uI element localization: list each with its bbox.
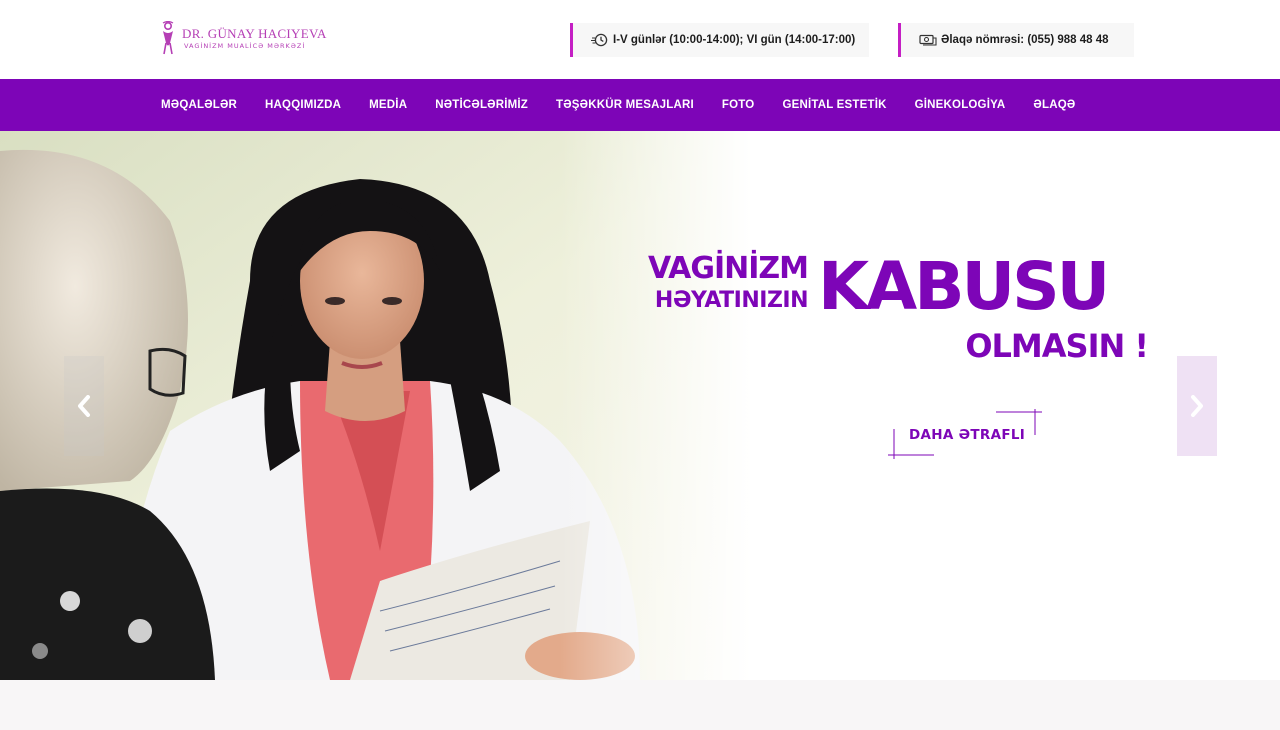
nav-item-tesekkur-mesajlari[interactable]: TƏŞƏKKÜR MESAJLARI	[556, 99, 694, 111]
nav-item-foto[interactable]: FOTO	[722, 99, 755, 111]
read-more-label: DAHA ƏTRAFLI	[909, 427, 1026, 443]
top-header: DR. GÜNAY HACIYEVA VAGİNİZM MUALİCƏ MƏRK…	[0, 0, 1280, 79]
nav-item-haqqimizda[interactable]: HAQQIMIZDA	[265, 99, 341, 111]
slider-next-button[interactable]	[1177, 356, 1217, 456]
logo-subtitle: VAGİNİZM MUALİCƏ MƏRKƏZİ	[184, 41, 306, 50]
main-navigation: MƏQALƏLƏR HAQQIMIZDA MEDİA NƏTİCƏLƏRİMİZ…	[0, 79, 1280, 131]
logo-name: DR. GÜNAY HACIYEVA	[182, 25, 327, 41]
hero-photo-fade	[560, 131, 800, 680]
slider-prev-button[interactable]	[64, 356, 104, 456]
nav-item-neticelerimiz[interactable]: NƏTİCƏLƏRİMİZ	[435, 99, 528, 111]
nav-item-genital-estetik[interactable]: GENİTAL ESTETİK	[782, 99, 886, 111]
nav-item-elaqe[interactable]: ƏLAQƏ	[1033, 99, 1075, 111]
phone-text[interactable]: Əlaqə nömrəsi: (055) 988 48 48	[941, 34, 1109, 46]
hero-slider: VAGİNİZM HƏYATINIZIN KABUSU OLMASIN ! DA…	[0, 131, 1280, 680]
nav-list: MƏQALƏLƏR HAQQIMIZDA MEDİA NƏTİCƏLƏRİMİZ…	[161, 79, 1103, 131]
nav-item-ginekologiya[interactable]: GİNEKOLOGİYA	[915, 99, 1006, 111]
hero-heading-olmasin: OLMASIN !	[965, 327, 1149, 365]
below-fold-section	[0, 680, 1280, 730]
site-logo[interactable]: DR. GÜNAY HACIYEVA VAGİNİZM MUALİCƏ MƏRK…	[160, 20, 327, 56]
hero-heading-kabusu: KABUSU	[818, 248, 1110, 325]
nav-item-meqaleler[interactable]: MƏQALƏLƏR	[161, 99, 237, 111]
working-hours-text: I-V günlər (10:00-14:00); VI gün (14:00-…	[613, 34, 856, 46]
read-more-button[interactable]: DAHA ƏTRAFLI	[888, 409, 1044, 463]
money-phone-icon	[919, 34, 937, 46]
phone-box: Əlaqə nömrəsi: (055) 988 48 48	[898, 23, 1134, 57]
clock-icon	[591, 33, 608, 47]
working-hours-box: I-V günlər (10:00-14:00); VI gün (14:00-…	[570, 23, 869, 57]
chevron-left-icon	[78, 395, 90, 417]
hero-heading-heyatinizin: HƏYATINIZIN	[654, 288, 809, 313]
chevron-right-icon	[1191, 395, 1203, 417]
logo-figure-icon	[162, 21, 174, 55]
hero-heading-vaginizm: VAGİNİZM	[647, 251, 809, 286]
nav-item-media[interactable]: MEDİA	[369, 99, 407, 111]
